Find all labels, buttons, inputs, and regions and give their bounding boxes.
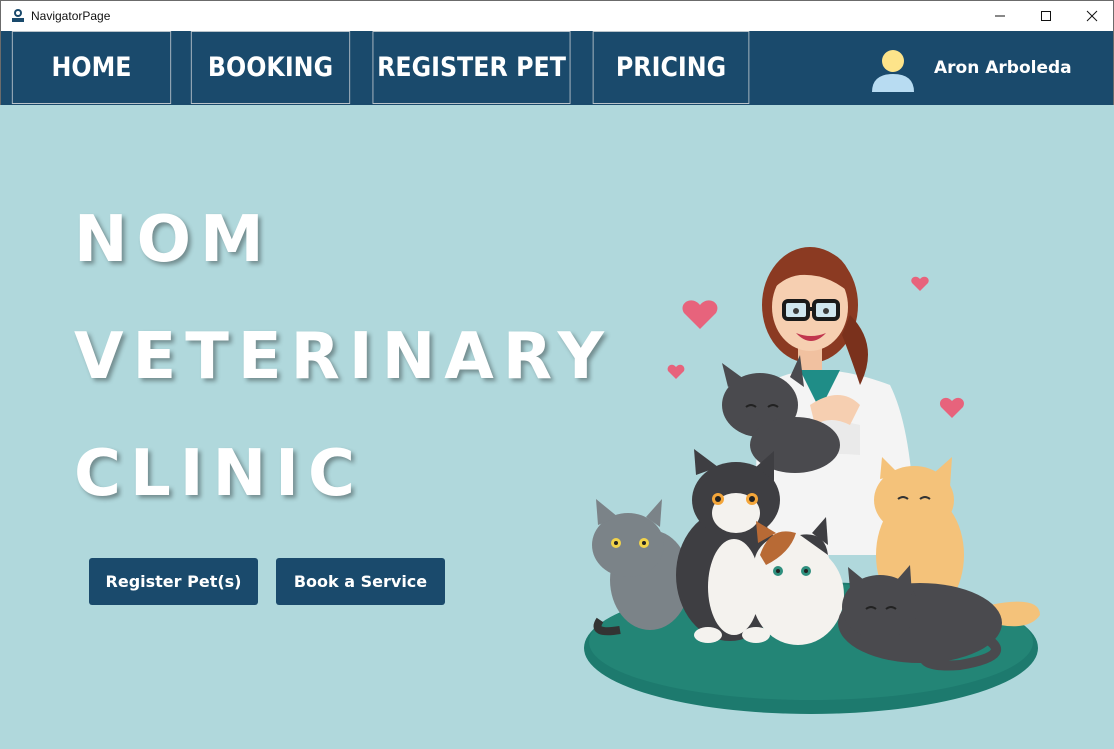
window-title-bar: NavigatorPage <box>0 0 1114 31</box>
top-nav-bar: HOME BOOKING REGISTER PET PRICING Aron A… <box>0 31 1114 105</box>
minimize-icon <box>995 15 1005 17</box>
nav-pricing-label: PRICING <box>615 52 727 83</box>
nav-register-pet-button[interactable]: REGISTER PET <box>372 31 571 104</box>
maximize-icon <box>1041 11 1051 21</box>
nav-booking-label: BOOKING <box>207 52 334 83</box>
minimize-button[interactable] <box>977 1 1023 31</box>
close-button[interactable] <box>1069 1 1114 31</box>
vet-with-cats-illustration <box>584 247 1040 714</box>
user-avatar-icon[interactable] <box>869 46 917 94</box>
nav-register-pet-label: REGISTER PET <box>377 52 566 83</box>
nav-pricing-button[interactable]: PRICING <box>592 31 750 104</box>
nom-clinic-logo-icon <box>12 9 24 22</box>
book-service-button[interactable]: Book a Service <box>276 558 445 605</box>
nav-booking-button[interactable]: BOOKING <box>190 31 351 104</box>
nav-home-label: HOME <box>51 52 132 83</box>
user-name[interactable]: Aron Arboleda <box>934 58 1072 78</box>
nav-home-button[interactable]: HOME <box>11 31 172 104</box>
hero-title-line-1: NOM <box>74 203 273 277</box>
hero-title-line-3: CLINIC <box>74 437 364 511</box>
register-pets-button[interactable]: Register Pet(s) <box>89 558 258 605</box>
window-title: NavigatorPage <box>31 9 111 23</box>
close-icon <box>1086 10 1098 22</box>
cat-gray-left <box>592 499 690 636</box>
hero-title-line-2: VETERINARY <box>74 320 613 394</box>
maximize-button[interactable] <box>1023 1 1069 31</box>
